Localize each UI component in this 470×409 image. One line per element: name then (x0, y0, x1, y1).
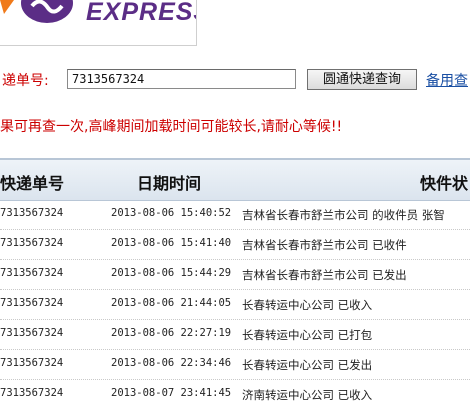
cell-tracking-number: 7313567324 (0, 207, 64, 219)
table-row: 7313567324 2013-08-06 22:27:19 长春转运中心公司 … (0, 319, 470, 350)
cell-date-time: 2013-08-06 15:41:40 (111, 237, 232, 249)
header-date-time: 日期时间 (137, 174, 202, 193)
cell-status: 济南转运中心公司 已收入 (242, 388, 373, 402)
cell-tracking-number: 7313567324 (0, 267, 64, 279)
logo-text: EXPRESS (86, 0, 196, 26)
cell-tracking-number: 7313567324 (0, 237, 64, 249)
table-row: 7313567324 2013-08-06 15:40:52 吉林省长春市舒兰市… (0, 199, 470, 230)
cell-status: 吉林省长春市舒兰市公司 已发出 (242, 268, 407, 282)
header-status: 快件状 (420, 174, 469, 193)
cell-status: 长春转运中心公司 已打包 (242, 328, 373, 342)
notice-text: 果可再查一次,高峰期间加载时间可能较长,请耐心等候!! (0, 119, 343, 135)
tracking-number-input[interactable] (67, 69, 296, 89)
table-row: 7313567324 2013-08-06 15:44:29 吉林省长春市舒兰市… (0, 259, 470, 290)
cell-status: 吉林省长春市舒兰市公司 已收件 (242, 238, 407, 252)
query-button[interactable]: 圆通快递查询 (307, 69, 417, 90)
logo-area: EXPRESS (0, 0, 197, 46)
table-row: 7313567324 2013-08-06 22:34:46 长春转运中心公司 … (0, 349, 470, 380)
cell-status: 长春转运中心公司 已收入 (242, 298, 373, 312)
cell-tracking-number: 7313567324 (0, 387, 64, 399)
table-row: 7313567324 2013-08-06 21:44:05 长春转运中心公司 … (0, 289, 470, 320)
table-row: 7313567324 2013-08-06 15:41:40 吉林省长春市舒兰市… (0, 229, 470, 260)
cell-tracking-number: 7313567324 (0, 327, 64, 339)
cell-tracking-number: 7313567324 (0, 297, 64, 309)
cell-date-time: 2013-08-06 15:44:29 (111, 267, 232, 279)
table-header: 快递单号 日期时间 快件状 (0, 158, 470, 201)
cell-status: 长春转运中心公司 已发出 (242, 358, 373, 372)
backup-query-link[interactable]: 备用查 (426, 70, 468, 90)
table-row: 7313567324 2013-08-07 23:41:45 济南转运中心公司 … (0, 379, 470, 409)
cell-date-time: 2013-08-06 15:40:52 (111, 207, 232, 219)
cell-status: 吉林省长春市舒兰市公司 的收件员 张智 (242, 208, 445, 222)
cell-date-time: 2013-08-06 21:44:05 (111, 297, 232, 309)
cell-date-time: 2013-08-06 22:34:46 (111, 357, 232, 369)
cell-date-time: 2013-08-07 23:41:45 (111, 387, 232, 399)
yto-logo-icon (0, 0, 73, 23)
header-tracking-number: 快递单号 (0, 174, 65, 193)
tracking-number-label: 递单号: (2, 73, 49, 89)
cell-date-time: 2013-08-06 22:27:19 (111, 327, 232, 339)
cell-tracking-number: 7313567324 (0, 357, 64, 369)
